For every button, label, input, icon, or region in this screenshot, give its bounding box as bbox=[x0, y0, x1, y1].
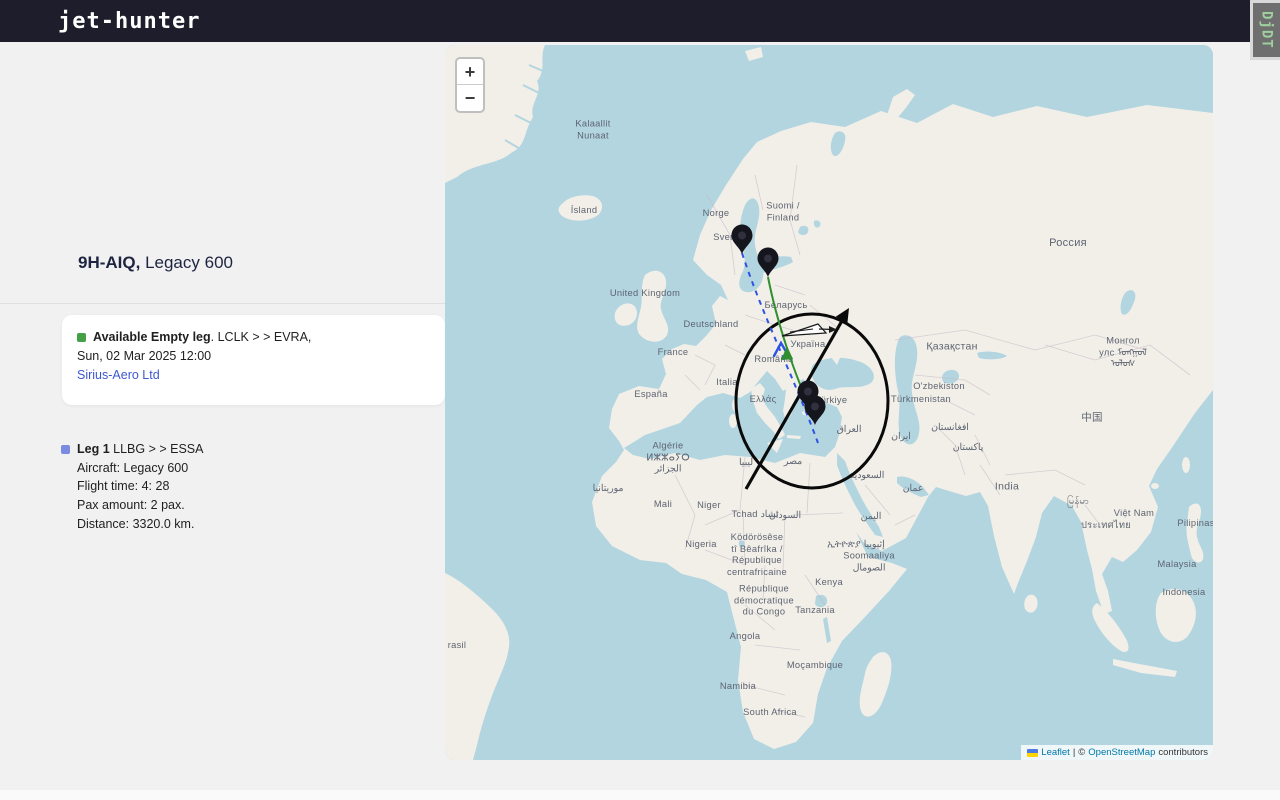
aircraft-model: Legacy 600 bbox=[140, 253, 233, 272]
zoom-in-button[interactable]: + bbox=[457, 59, 483, 85]
aircraft-registration: 9H-AIQ, bbox=[78, 253, 140, 272]
empty-leg-label: Available Empty leg. LCLK > > EVRA, bbox=[93, 328, 311, 347]
empty-leg-marker-icon bbox=[77, 333, 86, 342]
leg-details: Leg 1 LLBG > > ESSA Aircraft: Legacy 600… bbox=[77, 440, 203, 534]
empty-leg-header-row: Available Empty leg. LCLK > > EVRA, bbox=[77, 328, 430, 347]
map-pin-icon[interactable] bbox=[805, 396, 826, 426]
attribution-suffix: contributors bbox=[1158, 747, 1208, 758]
attribution-separator: | bbox=[1073, 747, 1075, 758]
app-logo[interactable]: jet-hunter bbox=[58, 9, 200, 34]
leg-label: Leg 1 LLBG > > ESSA bbox=[77, 440, 203, 459]
leg-distance: Distance: 3320.0 km. bbox=[77, 515, 203, 534]
map[interactable]: Kalaallit NunaatÍslandNorgeSuomi / Finla… bbox=[445, 45, 1213, 760]
footer-strip bbox=[0, 790, 1280, 800]
panel-divider bbox=[0, 303, 445, 304]
leg-aircraft: Aircraft: Legacy 600 bbox=[77, 459, 203, 478]
leg-header-row: Leg 1 LLBG > > ESSA bbox=[61, 440, 203, 459]
leg-pax: Pax amount: 2 pax. bbox=[77, 496, 203, 515]
plane-sketch-icon bbox=[782, 324, 837, 336]
map-pin-icon[interactable] bbox=[758, 248, 779, 278]
leaflet-link[interactable]: Leaflet bbox=[1041, 747, 1070, 758]
attribution-copy: © bbox=[1078, 747, 1085, 758]
ukraine-flag-icon bbox=[1027, 749, 1038, 757]
leg-marker-icon bbox=[61, 445, 70, 454]
app-header: jet-hunter bbox=[0, 0, 1280, 42]
leg-flight-time: Flight time: 4: 28 bbox=[77, 477, 203, 496]
empty-leg-card: Available Empty leg. LCLK > > EVRA, Sun,… bbox=[62, 315, 445, 405]
map-attribution: Leaflet | © OpenStreetMap contributors bbox=[1021, 745, 1213, 760]
map-pins bbox=[732, 225, 826, 426]
zoom-out-button[interactable]: − bbox=[457, 85, 483, 111]
debug-toolbar-handle[interactable]: DjDT bbox=[1250, 0, 1280, 60]
operator-link[interactable]: Sirius-Aero Ltd bbox=[77, 368, 160, 382]
empty-leg-datetime: Sun, 02 Mar 2025 12:00 bbox=[77, 347, 430, 366]
zoom-control: + − bbox=[455, 57, 485, 113]
map-pin-icon[interactable] bbox=[732, 225, 753, 255]
page-title: 9H-AIQ, Legacy 600 bbox=[78, 253, 233, 273]
map-overlay bbox=[445, 45, 1213, 760]
debug-toolbar-label: DjDT bbox=[1259, 11, 1275, 49]
osm-link[interactable]: OpenStreetMap bbox=[1088, 747, 1155, 758]
